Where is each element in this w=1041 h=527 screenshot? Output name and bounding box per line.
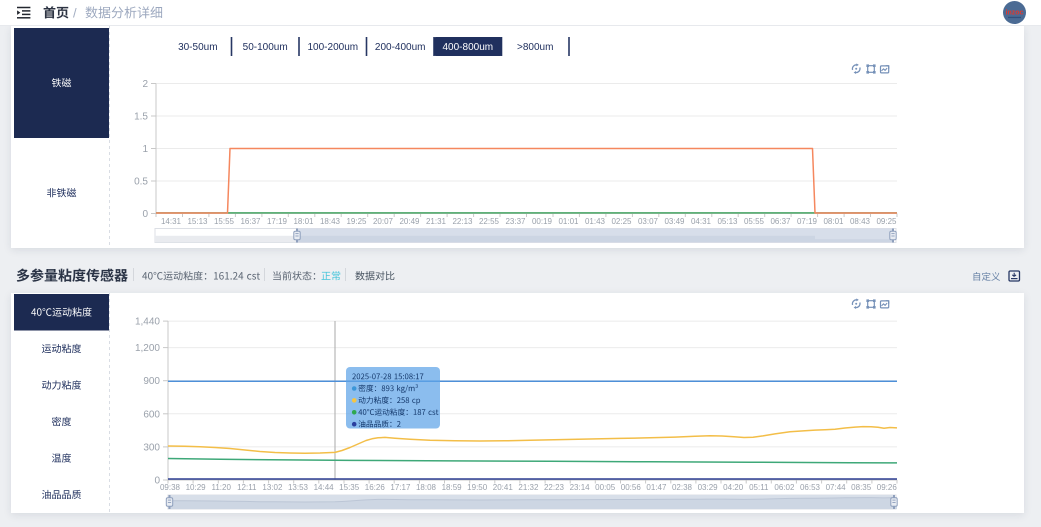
svg-text:19:50: 19:50 [467,483,488,492]
svg-text:23:14: 23:14 [570,483,591,492]
svg-text:19:25: 19:25 [346,217,367,226]
svg-text:07:44: 07:44 [826,483,847,492]
svg-text:21:31: 21:31 [426,217,447,226]
svg-text:1: 1 [142,144,148,155]
svg-text:18:01: 18:01 [293,217,314,226]
svg-text:18:59: 18:59 [442,483,463,492]
svg-text:30-50um: 30-50um [178,42,217,53]
svg-text:100-200um: 100-200um [308,42,359,53]
svg-text:600: 600 [143,409,160,420]
svg-text:06:53: 06:53 [800,483,821,492]
svg-text:09:26: 09:26 [877,483,898,492]
svg-text:200-400um: 200-400um [375,42,426,53]
svg-text:10:29: 10:29 [186,483,207,492]
svg-text:22:55: 22:55 [479,217,500,226]
svg-text:1.5: 1.5 [134,112,148,123]
svg-text:22:23: 22:23 [544,483,565,492]
svg-text:1,200: 1,200 [135,343,160,354]
svg-text:04:31: 04:31 [691,217,712,226]
svg-text:00:19: 00:19 [532,217,553,226]
svg-text:23:37: 23:37 [505,217,526,226]
svg-text:16:37: 16:37 [240,217,261,226]
svg-text:21:32: 21:32 [518,483,539,492]
svg-text:18:08: 18:08 [416,483,437,492]
svg-text:08:35: 08:35 [851,483,872,492]
svg-text:17:17: 17:17 [390,483,411,492]
svg-text:400-800um: 400-800um [443,42,494,53]
svg-text:20:07: 20:07 [373,217,394,226]
svg-text:06:37: 06:37 [770,217,791,226]
svg-text:16:26: 16:26 [365,483,386,492]
svg-text:13:02: 13:02 [262,483,283,492]
svg-text:11:20: 11:20 [211,483,231,492]
svg-text:02:25: 02:25 [611,217,632,226]
svg-text:300: 300 [143,442,160,453]
svg-text:06:02: 06:02 [774,483,795,492]
svg-text:14:44: 14:44 [314,483,335,492]
svg-text:07:19: 07:19 [797,217,818,226]
svg-text:01:47: 01:47 [646,483,667,492]
svg-text:03:49: 03:49 [664,217,685,226]
svg-text:02:38: 02:38 [672,483,693,492]
svg-text:13:53: 13:53 [288,483,309,492]
svg-text:22:13: 22:13 [452,217,473,226]
svg-text:04:20: 04:20 [723,483,744,492]
svg-text:01:01: 01:01 [558,217,579,226]
svg-text:15:55: 15:55 [214,217,235,226]
svg-text:08:43: 08:43 [850,217,871,226]
svg-text:15:13: 15:13 [187,217,208,226]
svg-text:01:43: 01:43 [585,217,606,226]
svg-text:50-100um: 50-100um [243,42,288,53]
svg-text:0: 0 [142,209,148,220]
svg-text:05:11: 05:11 [749,483,769,492]
svg-text:2: 2 [142,79,148,90]
svg-text:12:11: 12:11 [237,483,257,492]
svg-text:20:49: 20:49 [399,217,420,226]
svg-text:09:38: 09:38 [160,483,181,492]
svg-text:08:01: 08:01 [823,217,844,226]
svg-text:14:31: 14:31 [161,217,182,226]
svg-text:17:19: 17:19 [267,217,288,226]
svg-text:1,440: 1,440 [135,317,160,328]
svg-text:20:41: 20:41 [493,483,514,492]
svg-text:0.5: 0.5 [134,177,148,188]
svg-text:00:56: 00:56 [621,483,642,492]
svg-text:18:43: 18:43 [320,217,341,226]
svg-text:05:13: 05:13 [717,217,738,226]
svg-text:>800um: >800um [517,42,553,53]
svg-text:15:35: 15:35 [339,483,360,492]
svg-text:03:07: 03:07 [638,217,659,226]
svg-text:05:55: 05:55 [744,217,765,226]
svg-text:09:25: 09:25 [876,217,897,226]
svg-text:900: 900 [143,376,160,387]
svg-text:03:29: 03:29 [698,483,719,492]
svg-text:00:05: 00:05 [595,483,616,492]
